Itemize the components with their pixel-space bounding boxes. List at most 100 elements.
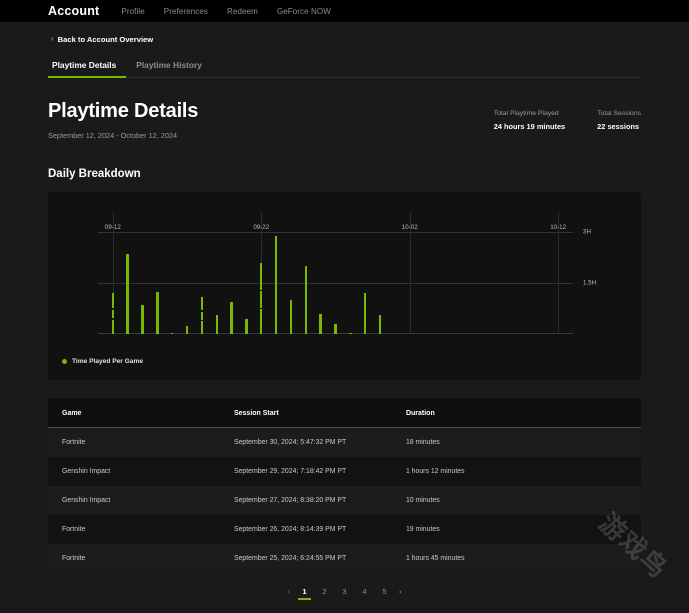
brand-logo: Account <box>48 4 100 18</box>
sessions-table-container: Game Session Start Duration Fortnite Sept… <box>48 398 641 573</box>
chart-bar[interactable] <box>334 323 337 334</box>
chart-bar[interactable] <box>349 332 352 334</box>
cell-session-start: September 26, 2024; 8:14:39 PM PT <box>233 526 347 533</box>
cell-game: Fortnite <box>62 526 86 533</box>
bar-segment-divider <box>260 307 263 310</box>
top-navigation-bar: Account Profile Preferences Redeem GeFor… <box>0 0 689 22</box>
nav-link-geforce-now[interactable]: GeForce NOW <box>277 7 331 16</box>
cell-duration: 10 minutes <box>405 497 440 504</box>
cell-duration: 18 minutes <box>405 439 440 446</box>
tab-playtime-details[interactable]: Playtime Details <box>48 56 127 78</box>
chart-bar[interactable] <box>363 293 367 334</box>
nav-link-redeem[interactable]: Redeem <box>227 7 258 16</box>
column-header-game[interactable]: Game <box>48 398 220 428</box>
tab-playtime-history[interactable]: Playtime History <box>126 56 212 77</box>
stat-total-playtime-value: 24 hours 19 minutes <box>493 122 566 131</box>
cell-game: Fortnite <box>62 555 86 562</box>
sessions-table: Game Session Start Duration Fortnite Sept… <box>48 398 641 573</box>
table-header-row: Game Session Start Duration <box>48 398 641 428</box>
chart-bar[interactable] <box>185 325 189 334</box>
chart-bar[interactable] <box>304 266 307 334</box>
summary-stats: Total Playtime Played 24 hours 19 minute… <box>494 100 641 131</box>
sessions-table-body: Fortnite September 30, 2024; 5:47:32 PM P… <box>48 427 641 573</box>
page-title: Playtime Details <box>48 100 199 122</box>
sessions-table-head: Game Session Start Duration <box>48 398 641 428</box>
chart-bar[interactable] <box>171 332 174 334</box>
chart-bar[interactable] <box>156 291 159 334</box>
pagination-prev-icon[interactable]: ‹ <box>287 587 290 600</box>
gridline-horizontal <box>98 283 573 285</box>
chart-bar[interactable] <box>230 301 233 334</box>
cell-game: Genshin Impact <box>62 497 111 504</box>
nav-link-profile[interactable]: Profile <box>121 7 144 16</box>
gridline-horizontal <box>98 232 573 234</box>
chevron-left-icon: ‹ <box>51 34 54 43</box>
pagination-page-5[interactable]: 5 <box>379 587 390 600</box>
cell-duration: 1 hours 45 minutes <box>405 555 465 562</box>
cell-game: Fortnite <box>62 439 86 446</box>
table-row[interactable]: Fortnite September 25, 2024; 6:24:55 PM P… <box>48 544 641 573</box>
pagination-next-icon[interactable]: › <box>399 587 402 600</box>
stat-total-sessions: Total Sessions 22 sessions <box>597 110 641 131</box>
bar-segment-divider <box>200 319 204 321</box>
cell-session-start: September 30, 2024; 5:47:32 PM PT <box>233 439 347 446</box>
pagination: ‹ 12345 › <box>48 573 641 610</box>
table-row[interactable]: Genshin Impact September 27, 2024; 8:38:2… <box>48 486 641 515</box>
chart-bar[interactable] <box>200 296 204 334</box>
cell-session-start: September 27, 2024; 8:38:20 PM PT <box>233 497 347 504</box>
x-axis-tick-label: 10-02 <box>401 224 418 231</box>
pagination-page-1[interactable]: 1 <box>298 587 311 600</box>
table-row[interactable]: Fortnite September 26, 2024; 8:14:39 PM P… <box>48 515 641 544</box>
legend-color-swatch-icon <box>62 359 67 364</box>
bar-segment-divider <box>111 308 115 310</box>
pagination-page-3[interactable]: 3 <box>339 587 350 600</box>
cell-session-start: September 25, 2024; 6:24:55 PM PT <box>233 555 347 562</box>
table-row[interactable]: Fortnite September 30, 2024; 5:47:32 PM P… <box>48 427 641 457</box>
chart-bar[interactable] <box>260 262 263 334</box>
x-axis-tick-label: 09-12 <box>104 224 121 231</box>
column-header-duration[interactable]: Duration <box>391 398 641 428</box>
table-row[interactable]: Genshin Impact September 29, 2024; 7:18:4… <box>48 457 641 486</box>
date-range-label: September 12, 2024 - October 12, 2024 <box>48 131 177 140</box>
back-link-label: Back to Account Overview <box>57 34 154 44</box>
back-navigation-bar: ‹ Back to Account Overview <box>0 22 689 56</box>
stat-total-playtime-label: Total Playtime Played <box>493 110 559 117</box>
x-axis-tick-label: 09-22 <box>253 224 270 231</box>
x-axis-tick-label: 10-12 <box>550 224 567 231</box>
bar-segment-divider <box>260 289 263 292</box>
nav-link-preferences[interactable]: Preferences <box>164 7 208 16</box>
pagination-page-list: 12345 <box>298 587 390 600</box>
chart-bar[interactable] <box>215 315 218 334</box>
legend-label: Time Played Per Game <box>72 358 143 365</box>
back-to-account-overview-link[interactable]: ‹ Back to Account Overview <box>51 35 153 44</box>
chart-legend: Time Played Per Game <box>62 358 629 365</box>
chart-bar[interactable] <box>319 313 322 334</box>
chart-bar[interactable] <box>378 315 382 334</box>
column-header-session-start[interactable]: Session Start <box>219 398 392 428</box>
bar-segment-divider <box>111 318 115 320</box>
cell-duration: 1 hours 12 minutes <box>405 468 465 475</box>
stat-total-sessions-value: 22 sessions <box>597 122 640 131</box>
stat-total-playtime: Total Playtime Played 24 hours 19 minute… <box>494 110 565 131</box>
pagination-page-4[interactable]: 4 <box>359 587 370 600</box>
bar-segment-divider <box>200 310 204 312</box>
chart-bar[interactable] <box>126 254 129 334</box>
cell-game: Genshin Impact <box>62 468 111 475</box>
bar-chart-plot-area: 3H 1.5H 09-12 09-22 10-02 10-12 <box>98 212 596 334</box>
page-header: Playtime Details September 12, 2024 - Oc… <box>48 100 641 140</box>
cell-session-start: September 29, 2024; 7:18:42 PM PT <box>233 468 347 475</box>
chart-bar[interactable] <box>245 318 248 334</box>
page-header-left: Playtime Details September 12, 2024 - Oc… <box>48 100 198 140</box>
y-axis-tick-label: 1.5H <box>583 279 597 287</box>
tab-bar: Playtime Details Playtime History <box>48 56 641 78</box>
chart-bar[interactable] <box>274 235 278 334</box>
y-axis-tick-label: 3H <box>583 228 591 236</box>
stat-total-sessions-label: Total Sessions <box>597 110 641 117</box>
chart-bar[interactable] <box>141 305 144 334</box>
daily-breakdown-chart-card: 3H 1.5H 09-12 09-22 10-02 10-12 Time Played P… <box>48 192 641 380</box>
chart-bar[interactable] <box>289 300 293 334</box>
chart-bar[interactable] <box>111 293 115 334</box>
cell-duration: 19 minutes <box>405 526 440 533</box>
section-heading-daily-breakdown: Daily Breakdown <box>48 168 141 180</box>
pagination-page-2[interactable]: 2 <box>319 587 330 600</box>
